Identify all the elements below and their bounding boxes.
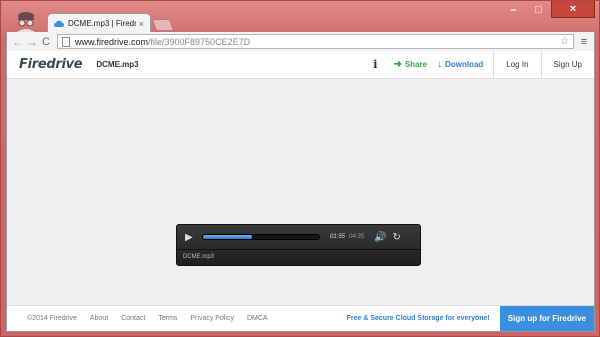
share-arrow-icon: ➜	[393, 59, 402, 70]
page-icon	[62, 36, 70, 47]
firedrive-logo[interactable]: Firedrive	[19, 57, 83, 72]
play-icon[interactable]: ▶	[185, 232, 195, 243]
progress-fill	[203, 235, 252, 239]
download-button[interactable]: ↓ Download	[437, 59, 483, 70]
tab-title: DCME.mp3 | Firedrive	[68, 19, 136, 28]
footer-link-contact[interactable]: Contact	[121, 315, 145, 322]
signup-cta-button[interactable]: Sign up for Firedrive	[499, 305, 594, 331]
forward-button[interactable]: →	[25, 35, 39, 49]
close-window-button[interactable]: ×	[551, 1, 595, 18]
info-icon[interactable]: i	[373, 58, 377, 71]
address-bar[interactable]: www.firedrive.com /file/3900F89750CE2E7D…	[57, 34, 574, 49]
browser-window: – □ × DCME.mp3 | Firedrive × ← → C www.f…	[0, 0, 600, 337]
download-label: Download	[445, 60, 484, 69]
progress-bar[interactable]	[202, 234, 320, 240]
share-label: Share	[404, 60, 428, 69]
promo-text: Free & Secure Cloud Storage for everyone…	[346, 315, 490, 322]
new-tab-button[interactable]	[151, 19, 175, 31]
tab-close-icon[interactable]: ×	[139, 19, 144, 29]
current-time: 01:55	[330, 234, 346, 240]
share-button[interactable]: ➜ Share	[393, 59, 427, 70]
replay-icon[interactable]: ↻	[392, 232, 400, 243]
signup-link[interactable]: Sign Up	[540, 51, 594, 79]
reload-button[interactable]: C	[39, 36, 53, 48]
url-path: /file/3900F89750CE2E7D	[148, 36, 251, 47]
footer-link-dmca[interactable]: DMCA	[247, 315, 268, 322]
file-name: DCME.mp3	[96, 60, 139, 69]
audio-player: ▶ 01:55 04:35 🔊 ↻ DCME.mp3	[176, 224, 421, 266]
player-divider	[177, 249, 420, 250]
footer-link-terms[interactable]: Terms	[158, 315, 177, 322]
footer-link-about[interactable]: About	[90, 315, 108, 322]
url-host: www.firedrive.com	[75, 36, 149, 47]
site-footer: ©2014 Firedrive About Contact Terms Priv…	[7, 305, 594, 331]
site-header: Firedrive DCME.mp3 i ➜ Share ↓ Download …	[7, 51, 594, 79]
track-title: DCME.mp3	[183, 254, 215, 260]
tab-active[interactable]: DCME.mp3 | Firedrive ×	[47, 13, 151, 33]
login-link[interactable]: Log In	[493, 51, 540, 79]
footer-link-privacy[interactable]: Privacy Policy	[190, 315, 234, 322]
player-controls: ▶ 01:55 04:35 🔊 ↻	[177, 225, 420, 249]
maximize-button[interactable]: □	[526, 1, 551, 18]
minimize-button[interactable]: –	[501, 1, 526, 18]
download-arrow-icon: ↓	[437, 59, 443, 70]
browser-menu-icon[interactable]: ≡	[578, 36, 590, 48]
volume-icon[interactable]: 🔊	[374, 232, 386, 243]
total-time: 04:35	[349, 234, 365, 240]
browser-toolbar: ← → C www.firedrive.com /file/3900F89750…	[6, 32, 595, 51]
page-viewport: Firedrive DCME.mp3 i ➜ Share ↓ Download …	[6, 51, 595, 332]
copyright-text: ©2014 Firedrive	[27, 315, 77, 322]
cloud-icon	[54, 20, 64, 27]
back-button[interactable]: ←	[11, 35, 25, 49]
incognito-icon	[17, 12, 35, 32]
window-controls: – □ ×	[501, 1, 595, 18]
bookmark-star-icon[interactable]: ☆	[560, 36, 569, 47]
